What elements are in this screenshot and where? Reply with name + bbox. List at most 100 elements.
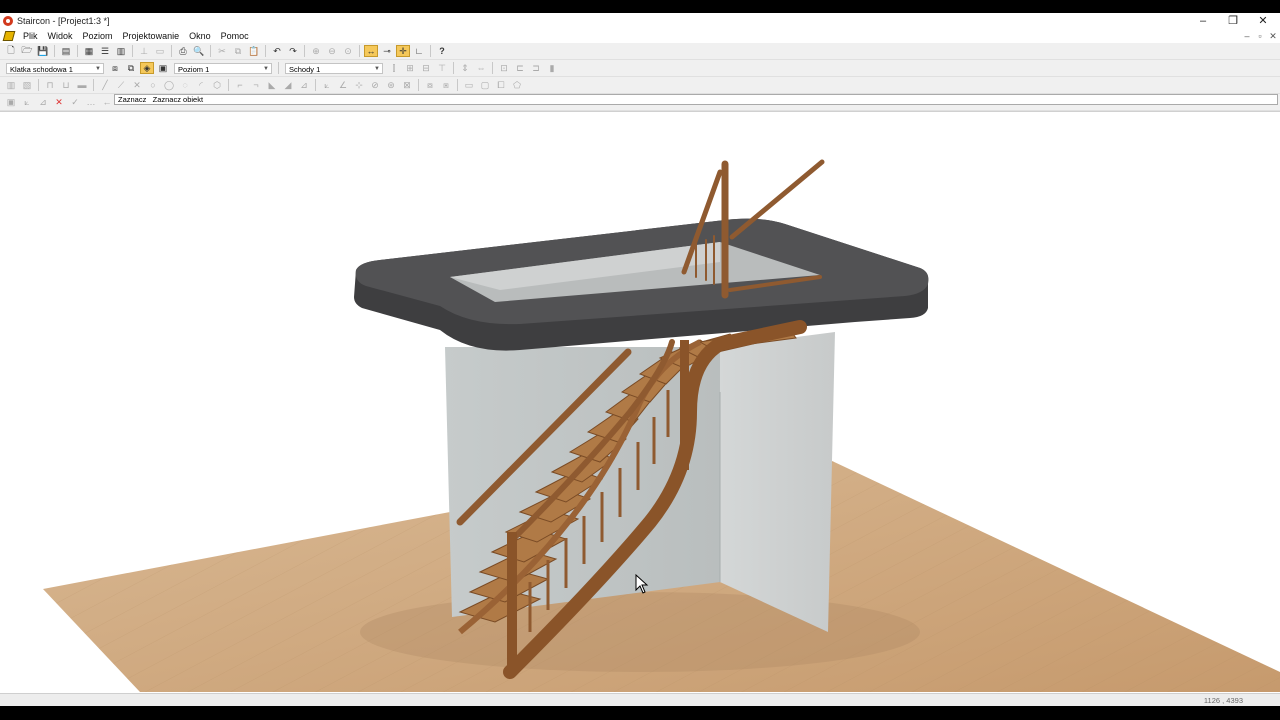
help-icon[interactable]: ? [435, 45, 449, 57]
redo-icon[interactable]: ↷ [286, 45, 300, 57]
3d-viewport[interactable] [0, 111, 1280, 692]
align-center-icon[interactable]: ⊞ [403, 62, 417, 74]
menu-pomoc[interactable]: Pomoc [216, 31, 254, 41]
line-icon[interactable]: ╱ [98, 79, 112, 91]
snap-icon[interactable]: ⊸ [380, 45, 394, 57]
stair-layout-icon[interactable]: ⧈ [108, 62, 122, 74]
hatch-icon[interactable]: ▧ [20, 79, 34, 91]
angle-icon[interactable]: ∟ [412, 45, 426, 57]
stringer-icon[interactable]: ⊔ [59, 79, 73, 91]
stair-3d-render [43, 159, 1280, 692]
snap-mid-icon[interactable]: ⊘ [368, 79, 382, 91]
trim-icon[interactable]: ⌐ [233, 79, 247, 91]
preview-icon[interactable]: 🔍 [192, 45, 206, 57]
zoom-extents-icon[interactable]: ⊙ [341, 45, 355, 57]
layer-icon[interactable]: ⧇ [423, 79, 437, 91]
arc-icon[interactable]: ◜ [194, 79, 208, 91]
snap-perp-icon[interactable]: ⊠ [400, 79, 414, 91]
zoom-out-icon[interactable]: ⊖ [325, 45, 339, 57]
distribute-horizontal-icon[interactable]: ⇔ [474, 62, 488, 74]
menu-plik[interactable]: Plik [18, 31, 43, 41]
zoom-in-icon[interactable]: ⊕ [309, 45, 323, 57]
snap-center-icon[interactable]: ⊛ [384, 79, 398, 91]
mdi-close-button[interactable]: ✕ [1266, 29, 1280, 43]
layout-icon[interactable]: ▦ [82, 45, 96, 57]
circle3-icon[interactable]: ◌ [178, 79, 192, 91]
offset-icon[interactable]: ⊿ [297, 79, 311, 91]
align-top-icon[interactable]: ⊤ [435, 62, 449, 74]
crosshair-icon[interactable]: ✛ [396, 45, 410, 57]
cancel-icon[interactable]: ✕ [52, 96, 66, 108]
circle-icon[interactable]: ○ [146, 79, 160, 91]
cmd-ortho-icon[interactable]: ⊿ [36, 96, 50, 108]
more-icon[interactable]: … [84, 96, 98, 108]
stairwell-select[interactable]: Klatka schodowa 1 ▼ [6, 62, 104, 74]
circle2-icon[interactable]: ◯ [162, 79, 176, 91]
restore-button[interactable]: ❐ [1218, 13, 1248, 29]
app-window: Staircon - [Project1:3 *] – ❐ ✕ Plik Wid… [0, 13, 1280, 707]
new-file-icon[interactable]: 🗋 [4, 45, 18, 57]
fillet-icon[interactable]: ◣ [265, 79, 279, 91]
minimize-button[interactable]: – [1188, 13, 1218, 29]
layer-off-icon[interactable]: ⧆ [439, 79, 453, 91]
confirm-icon[interactable]: ✓ [68, 96, 82, 108]
stair-check-icon[interactable]: ▣ [156, 62, 170, 74]
copy-icon[interactable]: ⧉ [231, 45, 245, 57]
view-3d-icon[interactable]: ⬠ [510, 79, 524, 91]
menu-poziom[interactable]: Poziom [78, 31, 118, 41]
back-arrow-icon[interactable]: ← [100, 96, 114, 108]
align-left-icon[interactable]: ⫿ [387, 62, 401, 74]
save-icon[interactable]: 💾 [36, 45, 50, 57]
view-side-icon[interactable]: ⧠ [494, 79, 508, 91]
tool-icon[interactable]: ⊥ [137, 45, 151, 57]
move-icon[interactable]: ⊡ [497, 62, 511, 74]
drawing-toolbar: ▥ ▧ ⊓ ⊔ ▬ ╱ ⟋ ✕ ○ ◯ ◌ ◜ ⬡ ⌐ ¬ ◣ ◢ ⊿ ⟀ ∠ … [0, 77, 1280, 94]
open-folder-icon[interactable]: 🗁 [20, 45, 34, 57]
menu-bar: Plik Widok Poziom Projektowanie Okno Pom… [0, 29, 1280, 43]
stair-select-icon[interactable]: ◈ [140, 62, 154, 74]
level-select[interactable]: Poziom 1 ▼ [174, 62, 272, 74]
post-icon[interactable]: ⊓ [43, 79, 57, 91]
wall-icon[interactable]: ▥ [4, 79, 18, 91]
stairs-select-value: Schody 1 [289, 64, 321, 74]
print-icon[interactable]: ⎙ [176, 45, 190, 57]
undo-icon[interactable]: ↶ [270, 45, 284, 57]
stairs-select[interactable]: Schody 1 ▼ [285, 62, 383, 74]
print-preview-icon[interactable]: ▤ [59, 45, 73, 57]
chamfer-icon[interactable]: ◢ [281, 79, 295, 91]
document-icon[interactable] [2, 31, 16, 41]
menu-okno[interactable]: Okno [184, 31, 216, 41]
stair-edit-icon[interactable]: ⧉ [124, 62, 138, 74]
view-top-icon[interactable]: ▢ [478, 79, 492, 91]
x-icon[interactable]: ✕ [130, 79, 144, 91]
grid-icon[interactable]: ▥ [114, 45, 128, 57]
extend-icon[interactable]: ¬ [249, 79, 263, 91]
list-icon[interactable]: ☰ [98, 45, 112, 57]
mdi-minimize-button[interactable]: – [1240, 29, 1254, 43]
dimension-icon[interactable]: ↔ [364, 45, 378, 57]
rotate-icon[interactable]: ⊐ [529, 62, 543, 74]
angle-measure-icon[interactable]: ∠ [336, 79, 350, 91]
command-toolbar: ▣ ⟀ ⊿ ✕ ✓ … ← Zaznacz Zaznacz obiekt [0, 94, 1280, 111]
measure-icon[interactable]: ⟀ [320, 79, 334, 91]
view-front-icon[interactable]: ▭ [462, 79, 476, 91]
shape-icon[interactable]: ⬡ [210, 79, 224, 91]
cmd-axis-icon[interactable]: ⟀ [20, 96, 34, 108]
cmd-frame-icon[interactable]: ▣ [4, 96, 18, 108]
menu-projektowanie[interactable]: Projektowanie [118, 31, 185, 41]
cut-icon[interactable]: ✂ [215, 45, 229, 57]
tread-icon[interactable]: ▬ [75, 79, 89, 91]
align-right-icon[interactable]: ⊟ [419, 62, 433, 74]
mirror-icon[interactable]: ⊏ [513, 62, 527, 74]
distribute-vertical-icon[interactable]: ⇕ [458, 62, 472, 74]
paste-icon[interactable]: 📋 [247, 45, 261, 57]
scale-icon[interactable]: ▮ [545, 62, 559, 74]
mdi-restore-button[interactable]: ▫ [1253, 29, 1267, 43]
polyline-icon[interactable]: ⟋ [114, 79, 128, 91]
properties-icon[interactable]: ▭ [153, 45, 167, 57]
command-line[interactable]: Zaznacz Zaznacz obiekt [114, 94, 1278, 105]
menu-widok[interactable]: Widok [43, 31, 78, 41]
selection-toolbar: Klatka schodowa 1 ▼ ⧈ ⧉ ◈ ▣ Poziom 1 ▼ S… [0, 60, 1280, 77]
close-button[interactable]: ✕ [1248, 13, 1278, 29]
snap-end-icon[interactable]: ⊹ [352, 79, 366, 91]
